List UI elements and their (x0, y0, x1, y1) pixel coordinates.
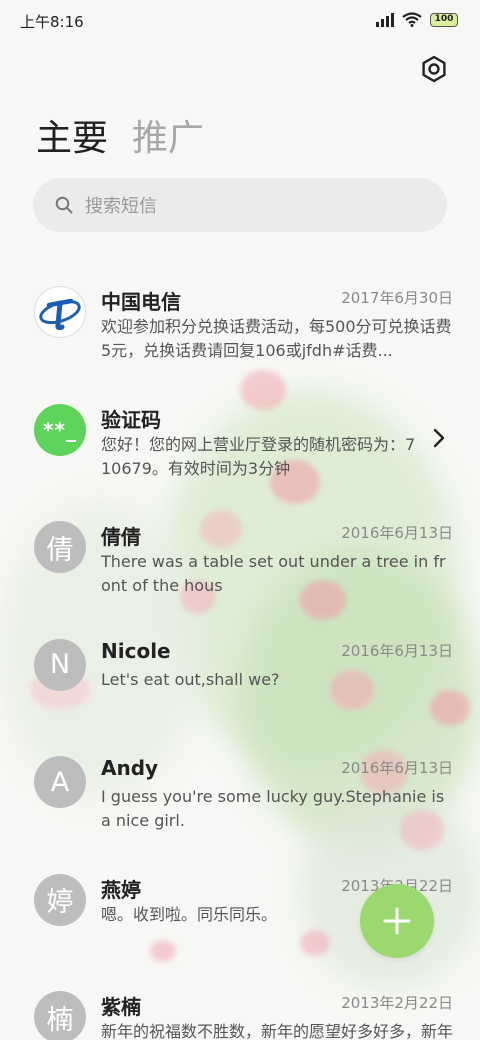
conversation-item[interactable]: 倩 倩倩 2016年6月13日 There was a table set ou… (0, 511, 480, 629)
new-message-button[interactable] (360, 884, 434, 958)
message-date: 2016年6月13日 (341, 524, 453, 542)
search-input[interactable]: 搜索短信 (85, 192, 157, 218)
avatar: 楠 (34, 991, 86, 1040)
message-preview: There was a table set out under a tree i… (101, 552, 446, 595)
tab-bar: 主要 推广 (36, 115, 204, 163)
conversation-item[interactable]: N Nicole 2016年6月13日 Let's eat out,shall … (0, 629, 480, 747)
conversation-item[interactable]: A Andy 2016年6月13日 I guess you're some lu… (0, 746, 480, 864)
tab-primary[interactable]: 主要 (36, 115, 108, 163)
contact-name: 验证码 (101, 407, 161, 432)
chevron-right-icon[interactable] (432, 428, 446, 448)
avatar: N (34, 638, 86, 691)
message-preview: 欢迎参加积分兑换话费活动，每500分可兑换话费5元，兑换话费请回复106或jfd… (101, 317, 452, 360)
message-date: 2016年6月13日 (341, 759, 453, 777)
message-date: 2017年6月30日 (341, 289, 453, 307)
china-telecom-logo-icon (39, 298, 81, 331)
message-preview: Let's eat out,shall we? (101, 669, 280, 689)
contact-name: 燕婷 (101, 877, 141, 902)
conversation-item[interactable]: 楠 紫楠 2013年2月22日 新年的祝福数不胜数，新年的愿望好多好多，新年的问… (0, 981, 480, 1040)
contact-name: Nicole (101, 638, 171, 663)
contact-name: 紫楠 (101, 995, 141, 1019)
conversation-item[interactable]: **_ 验证码 您好！您的网上营业厅登录的随机密码为：710679。有效时间为3… (0, 394, 480, 512)
tab-promotions[interactable]: 推广 (132, 115, 204, 163)
status-time: 上午8:16 (20, 13, 84, 31)
gear-icon (422, 55, 446, 83)
conversation-item[interactable]: 中国电信 2017年6月30日 欢迎参加积分兑换话费活动，每500分可兑换话费5… (0, 276, 480, 394)
avatar: 倩 (34, 521, 86, 573)
plus-icon (383, 907, 411, 935)
battery-icon: 100 (430, 12, 458, 27)
avatar: A (34, 756, 86, 808)
search-bar[interactable]: 搜索短信 (33, 178, 447, 232)
search-icon (55, 196, 73, 214)
signal-icon (376, 12, 394, 27)
message-date: 2013年2月22日 (341, 994, 453, 1012)
message-preview: I guess you're some lucky guy.Stephanie … (101, 787, 445, 830)
wifi-icon (402, 12, 422, 27)
status-icons: 100 (376, 12, 458, 27)
contact-name: Andy (101, 756, 159, 780)
china-telecom-logo-avatar (34, 286, 86, 338)
contact-name: 中国电信 (101, 290, 181, 314)
avatar: **_ (34, 403, 86, 456)
settings-button[interactable] (420, 55, 448, 83)
status-bar: 上午8:16 100 (0, 0, 480, 42)
contact-name: 倩倩 (101, 525, 141, 549)
message-preview: 您好！您的网上营业厅登录的随机密码为：710679。有效时间为3分钟 (101, 434, 416, 478)
message-preview: 新年的祝福数不胜数，新年的愿望好多好多，新年的问候依旧美好，在这个温馨的时刻，.… (101, 1022, 453, 1040)
avatar: 婷 (34, 873, 86, 926)
message-date: 2016年6月13日 (341, 641, 453, 660)
